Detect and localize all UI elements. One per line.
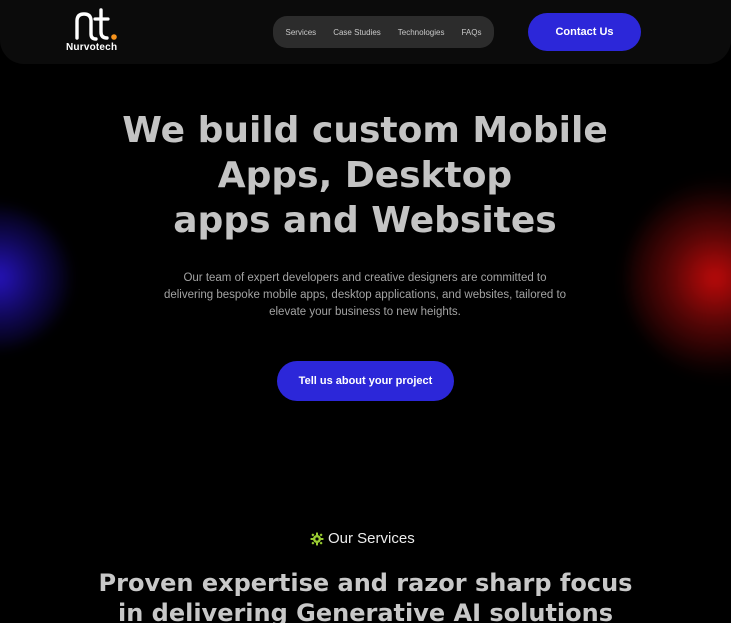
nav-item-technologies[interactable]: Technologies [398, 28, 445, 37]
hero-description: Our team of expert developers and creati… [163, 272, 567, 318]
red-glow-decoration [625, 178, 731, 378]
brand-name: Nurvotech [66, 42, 118, 53]
services-heading: Proven expertise and razor sharp focus i… [80, 568, 651, 623]
nav-item-faqs[interactable]: FAQs [461, 28, 481, 37]
services-heading-line: in delivering Generative AI solutions [117, 599, 614, 623]
gear-icon [310, 532, 324, 545]
blue-glow-decoration [0, 205, 70, 350]
main-nav: Services Case Studies Technologies FAQs [273, 16, 494, 48]
hero-title: We build custom Mobile Apps, Desktop app… [95, 108, 635, 243]
brand-logo[interactable]: Nurvotech [66, 8, 126, 54]
hero-title-line: We build custom Mobile [122, 110, 608, 151]
contact-us-button[interactable]: Contact Us [528, 13, 641, 51]
services-section-label: Our Services [310, 530, 415, 547]
landing-page: Nurvotech Services Case Studies Technolo… [0, 0, 731, 623]
services-heading-line: Proven expertise and razor sharp focus [98, 569, 633, 597]
nav-item-services[interactable]: Services [286, 28, 317, 37]
site-header: Nurvotech Services Case Studies Technolo… [0, 0, 731, 64]
tell-us-about-project-button[interactable]: Tell us about your project [277, 361, 454, 401]
services-label-text: Our Services [328, 530, 415, 547]
hero-title-line: Apps, Desktop [217, 155, 513, 196]
nav-item-case-studies[interactable]: Case Studies [333, 28, 381, 37]
logo-mark-icon [75, 8, 117, 41]
hero-title-line: apps and Websites [173, 200, 557, 241]
